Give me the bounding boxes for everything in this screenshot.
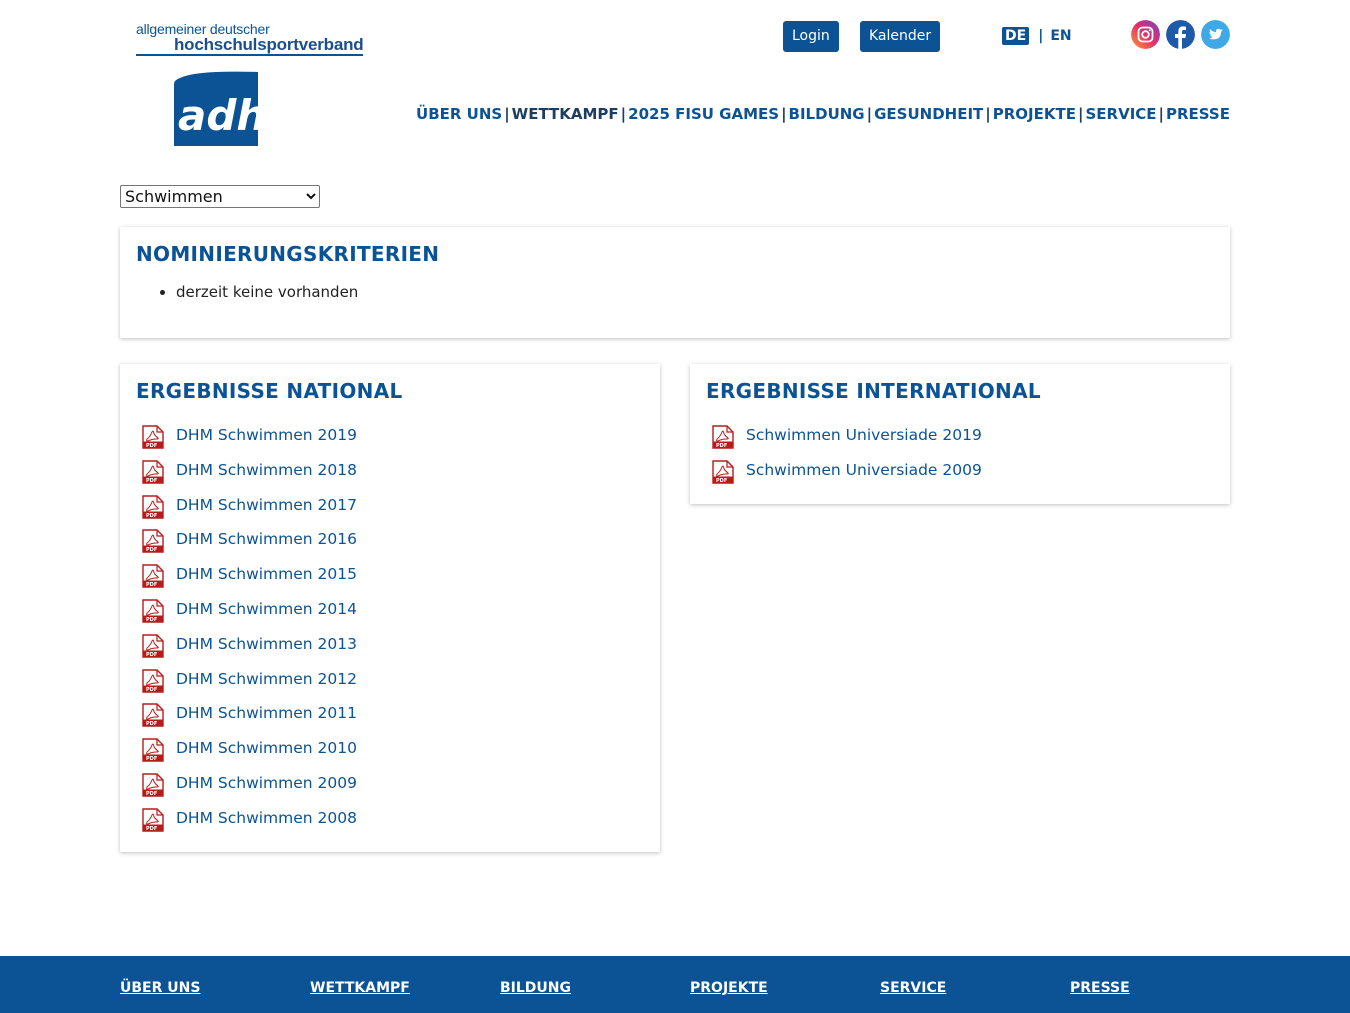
nav-separator: |: [620, 105, 627, 123]
footer-presse[interactable]: PRESSE: [1070, 980, 1130, 996]
nav-separator: |: [781, 105, 787, 123]
nav-gesundheit[interactable]: GESUNDHEIT: [874, 105, 983, 123]
nav-service[interactable]: SERVICE: [1085, 105, 1156, 123]
adh-logo-mark[interactable]: adh: [172, 70, 258, 146]
file-link[interactable]: DHM Schwimmen 2011: [176, 704, 357, 722]
nav-separator: |: [985, 105, 991, 123]
pdf-icon: [142, 773, 164, 797]
footer-projekte[interactable]: PROJEKTE: [690, 980, 768, 996]
footer-ueber-uns[interactable]: ÜBER UNS: [120, 980, 200, 996]
file-link[interactable]: DHM Schwimmen 2009: [176, 774, 357, 792]
national-file-list: DHM Schwimmen 2019 DHM Schwimmen 2018 DH…: [136, 426, 644, 844]
file-link[interactable]: DHM Schwimmen 2010: [176, 739, 357, 757]
footer-service[interactable]: SERVICE: [880, 980, 946, 996]
list-item: DHM Schwimmen 2016: [136, 530, 644, 565]
file-link[interactable]: DHM Schwimmen 2014: [176, 600, 357, 618]
list-item: DHM Schwimmen 2012: [136, 670, 644, 705]
nav-presse[interactable]: PRESSE: [1166, 105, 1230, 123]
site-footer: ÜBER UNS WETTKAMPF BILDUNG PROJEKTE SERV…: [0, 956, 1350, 1013]
logo-line-2: hochschulsportverband: [136, 36, 364, 56]
results-international-title: ERGEBNISSE INTERNATIONAL: [706, 379, 1041, 403]
pdf-icon: [142, 529, 164, 553]
list-item: DHM Schwimmen 2018: [136, 461, 644, 496]
pdf-icon: [142, 564, 164, 588]
file-link[interactable]: DHM Schwimmen 2013: [176, 635, 357, 653]
list-item: DHM Schwimmen 2008: [136, 809, 644, 844]
pdf-icon: [142, 425, 164, 449]
file-link[interactable]: DHM Schwimmen 2015: [176, 565, 357, 583]
file-link[interactable]: DHM Schwimmen 2008: [176, 809, 357, 827]
footer-bildung[interactable]: BILDUNG: [500, 980, 571, 996]
file-link[interactable]: Schwimmen Universiade 2009: [746, 461, 982, 479]
list-item: derzeit keine vorhanden: [176, 283, 1214, 301]
nav-fisu-games[interactable]: 2025 FISU GAMES: [628, 105, 779, 123]
file-link[interactable]: DHM Schwimmen 2016: [176, 530, 357, 548]
pdf-icon: [142, 738, 164, 762]
international-file-list: Schwimmen Universiade 2019 Schwimmen Uni…: [706, 426, 1214, 496]
list-item: DHM Schwimmen 2014: [136, 600, 644, 635]
results-national-card: ERGEBNISSE NATIONAL DHM Schwimmen 2019 D…: [120, 364, 660, 852]
nav-projekte[interactable]: PROJEKTE: [993, 105, 1076, 123]
results-international-card: ERGEBNISSE INTERNATIONAL Schwimmen Unive…: [690, 364, 1230, 504]
logo-mark-text: adh: [178, 91, 258, 140]
sport-select[interactable]: Schwimmen: [120, 185, 320, 208]
results-national-title: ERGEBNISSE NATIONAL: [136, 379, 403, 403]
instagram-icon[interactable]: [1131, 20, 1160, 49]
file-link[interactable]: DHM Schwimmen 2019: [176, 426, 357, 444]
twitter-icon[interactable]: [1201, 20, 1230, 49]
site-logo[interactable]: allgemeiner deutscher hochschulsportverb…: [136, 21, 364, 56]
lang-separator: |: [1038, 28, 1044, 44]
nominierung-card: NOMINIERUNGSKRITERIEN derzeit keine vorh…: [120, 227, 1230, 338]
pdf-icon: [142, 808, 164, 832]
nav-bildung[interactable]: BILDUNG: [789, 105, 865, 123]
pdf-icon: [142, 495, 164, 519]
login-button[interactable]: Login: [783, 21, 839, 52]
language-switch: DE | EN: [1002, 25, 1072, 47]
list-item: DHM Schwimmen 2013: [136, 635, 644, 670]
nav-separator: |: [1078, 105, 1084, 123]
file-link[interactable]: DHM Schwimmen 2012: [176, 670, 357, 688]
list-item: DHM Schwimmen 2011: [136, 704, 644, 739]
pdf-icon: [142, 669, 164, 693]
pdf-icon: [142, 599, 164, 623]
list-item: DHM Schwimmen 2015: [136, 565, 644, 600]
file-link[interactable]: DHM Schwimmen 2017: [176, 496, 357, 514]
pdf-icon: [142, 460, 164, 484]
list-item: Schwimmen Universiade 2009: [706, 461, 1214, 496]
lang-en[interactable]: EN: [1050, 28, 1071, 44]
nav-separator: |: [504, 105, 510, 123]
main-navigation: ÜBER UNS | WETTKAMPF | 2025 FISU GAMES |…: [416, 105, 1230, 123]
nav-separator: |: [866, 105, 873, 123]
list-item: DHM Schwimmen 2009: [136, 774, 644, 809]
pdf-icon: [712, 425, 734, 449]
list-item: DHM Schwimmen 2019: [136, 426, 644, 461]
pdf-icon: [712, 460, 734, 484]
facebook-icon[interactable]: [1166, 20, 1195, 49]
pdf-icon: [142, 703, 164, 727]
logo-line-1: allgemeiner deutscher: [136, 21, 270, 37]
nominierung-list: derzeit keine vorhanden: [136, 283, 1214, 301]
list-item: DHM Schwimmen 2017: [136, 496, 644, 531]
list-item: DHM Schwimmen 2010: [136, 739, 644, 774]
footer-wettkampf[interactable]: WETTKAMPF: [310, 980, 410, 996]
kalender-button[interactable]: Kalender: [860, 21, 941, 52]
nav-separator: |: [1158, 105, 1165, 123]
lang-de[interactable]: DE: [1002, 27, 1030, 45]
nominierung-title: NOMINIERUNGSKRITERIEN: [136, 242, 440, 266]
file-link[interactable]: Schwimmen Universiade 2019: [746, 426, 982, 444]
pdf-icon: [142, 634, 164, 658]
list-item: Schwimmen Universiade 2019: [706, 426, 1214, 461]
nav-ueber-uns[interactable]: ÜBER UNS: [416, 105, 502, 123]
file-link[interactable]: DHM Schwimmen 2018: [176, 461, 357, 479]
nav-wettkampf[interactable]: WETTKAMPF: [512, 105, 619, 123]
